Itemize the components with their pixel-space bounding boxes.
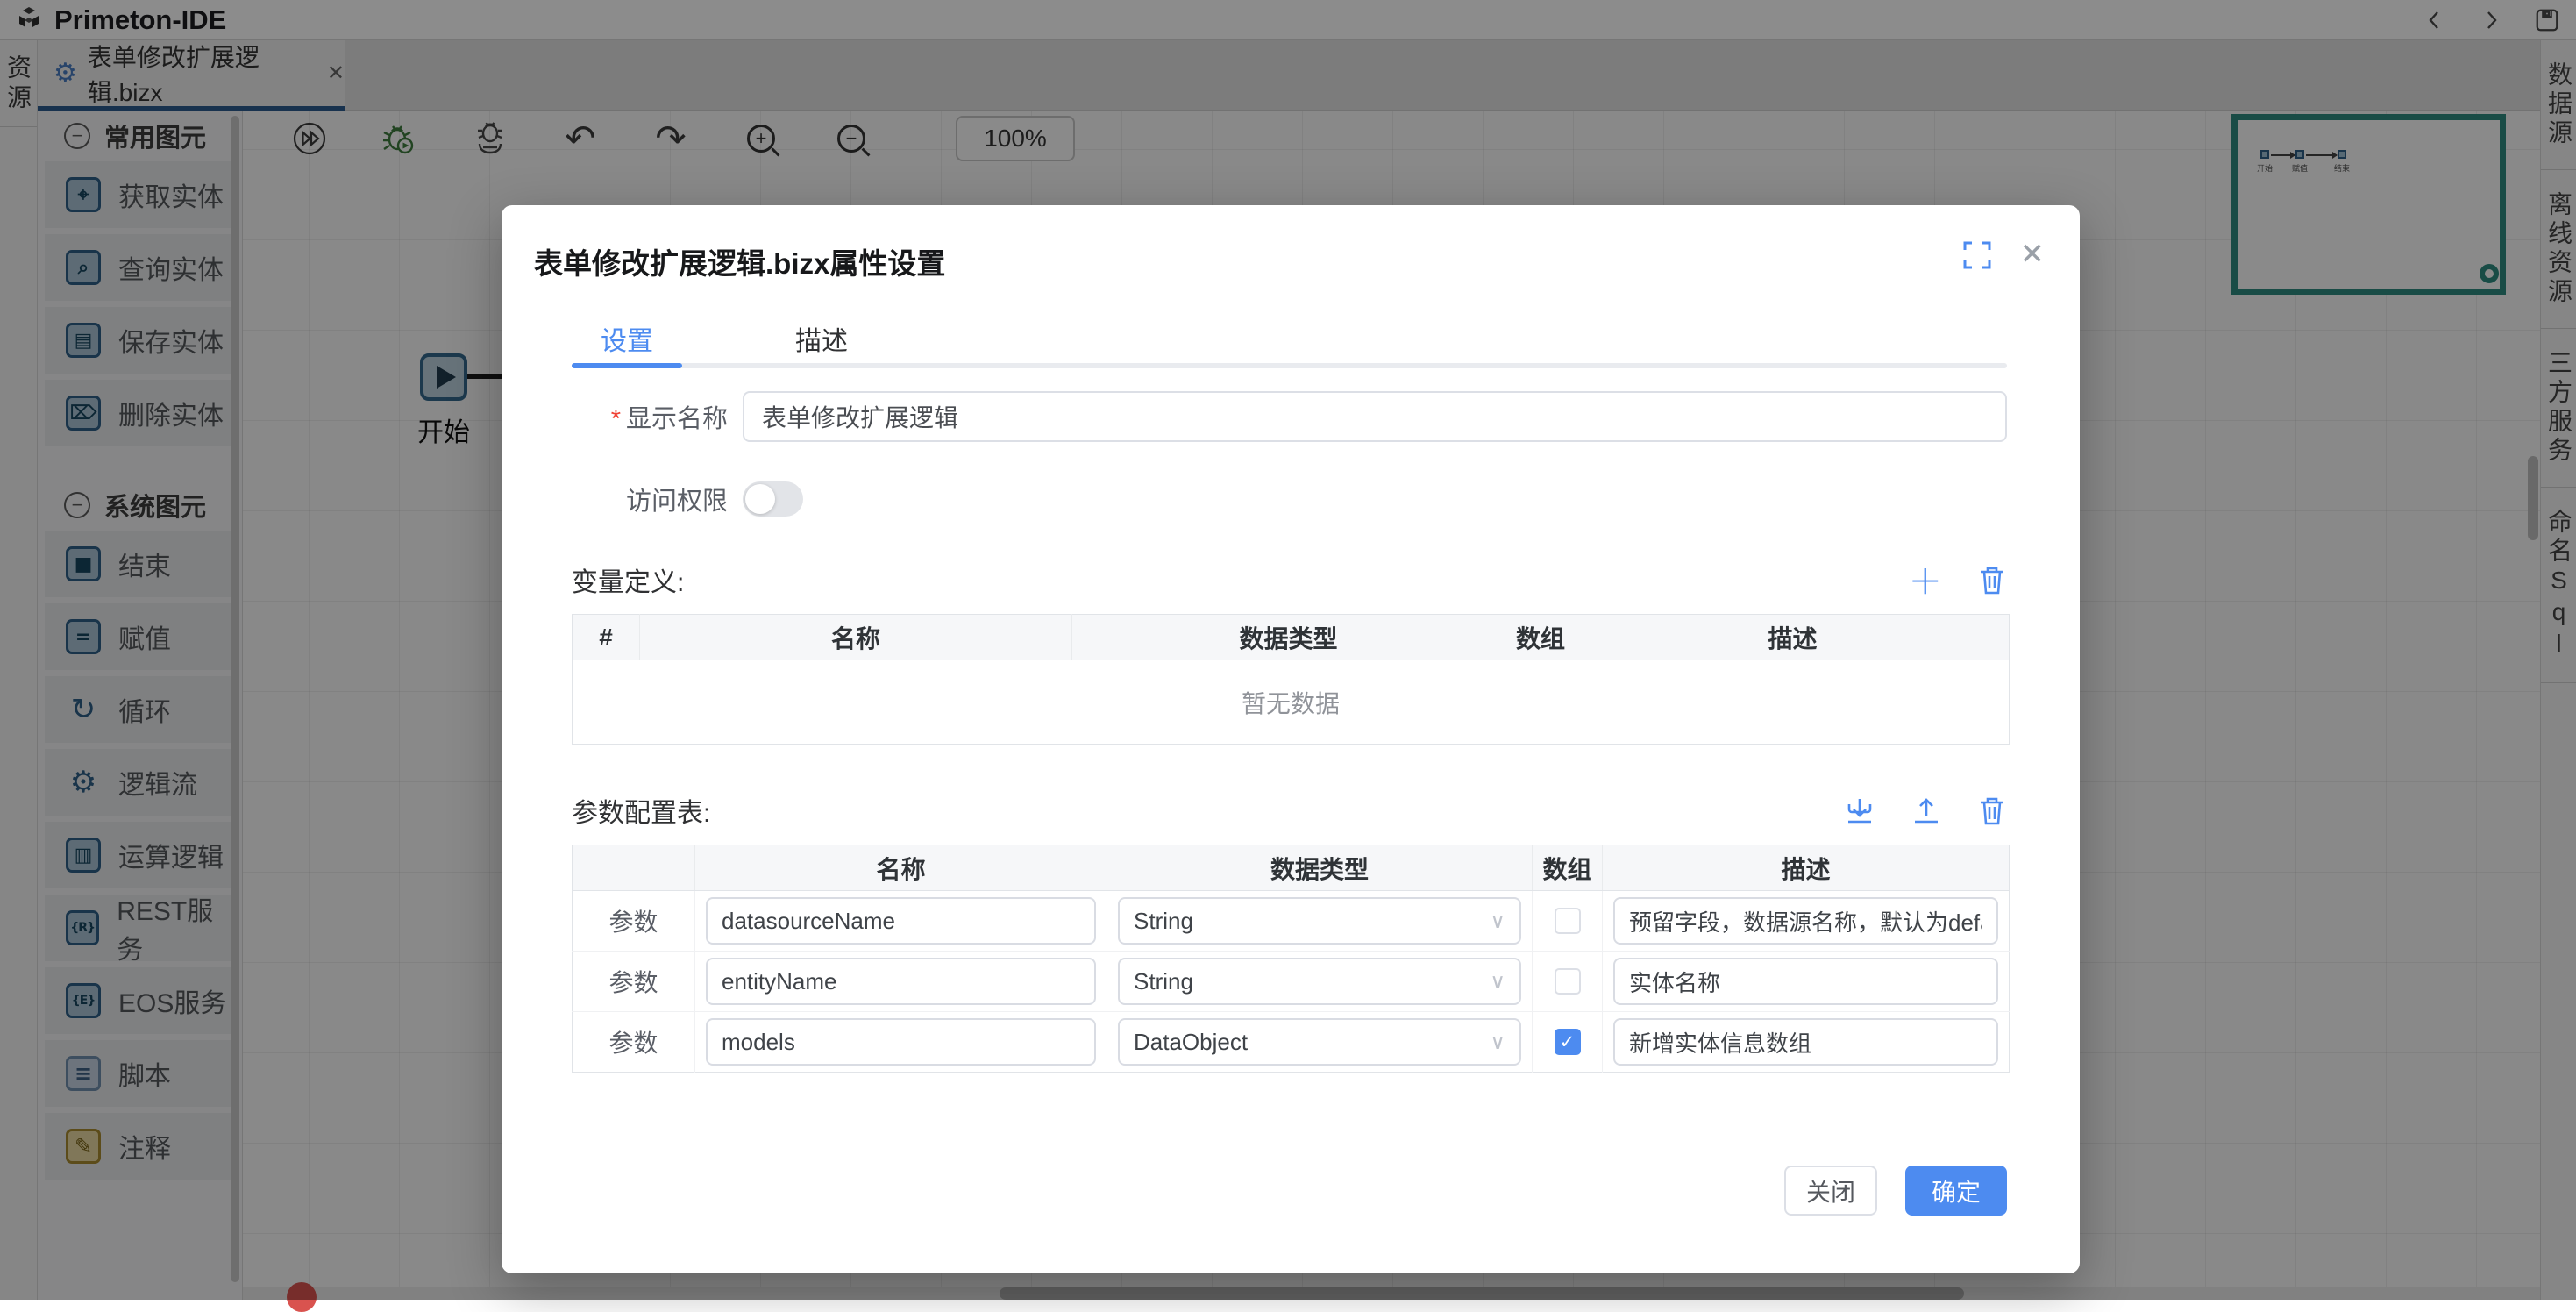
access-permission-label: 访问权限 [572, 481, 728, 517]
param-desc-input[interactable] [1613, 897, 1998, 945]
param-name-input[interactable] [706, 958, 1096, 1005]
col-kind [573, 845, 695, 891]
import-params-icon[interactable] [1844, 795, 1875, 826]
active-tab-indicator [572, 363, 682, 368]
array-checkbox-checked[interactable]: ✓ [1555, 1029, 1581, 1055]
chevron-down-icon: ∨ [1490, 969, 1505, 994]
selected-type: String [1134, 968, 1193, 995]
param-kind: 参数 [573, 891, 695, 952]
ok-button[interactable]: 确定 [1905, 1166, 2007, 1216]
col-name: 名称 [640, 615, 1072, 660]
col-datatype: 数据类型 [1072, 615, 1505, 660]
selected-type: String [1134, 908, 1193, 935]
param-row-datasourceName: 参数 String ∨ [573, 891, 2010, 952]
param-name-input[interactable] [706, 897, 1096, 945]
delete-variable-icon[interactable] [1977, 564, 2007, 595]
variables-table-header: # 名称 数据类型 数组 描述 [573, 615, 2010, 660]
dialog-close-icon[interactable]: ✕ [2020, 237, 2046, 272]
properties-dialog: 表单修改扩展逻辑.bizx属性设置 ✕ 设置 描述 *显示名称 访问权限 变量定… [502, 205, 2080, 1273]
chevron-down-icon: ∨ [1490, 1030, 1505, 1054]
access-permission-toggle[interactable] [743, 481, 803, 517]
close-button[interactable]: 关闭 [1784, 1166, 1877, 1216]
tab-description[interactable]: 描述 [766, 319, 877, 358]
col-array: 数组 [1505, 615, 1576, 660]
param-type-select[interactable]: String ∨ [1118, 958, 1521, 1005]
selected-type: DataObject [1134, 1029, 1248, 1056]
dialog-tabs: 设置 描述 [572, 319, 2007, 368]
param-row-entityName: 参数 String ∨ [573, 952, 2010, 1012]
col-description: 描述 [1603, 845, 2010, 891]
add-variable-icon[interactable]: + [1908, 560, 1942, 600]
params-section-label: 参数配置表: [572, 791, 710, 830]
toggle-knob [745, 484, 775, 514]
array-checkbox-unchecked[interactable] [1555, 908, 1581, 934]
param-type-select[interactable]: DataObject ∨ [1118, 1018, 1521, 1066]
array-checkbox-unchecked[interactable] [1555, 968, 1581, 995]
dialog-title: 表单修改扩展逻辑.bizx属性设置 [534, 240, 2080, 282]
col-description: 描述 [1576, 615, 2010, 660]
chevron-down-icon: ∨ [1490, 909, 1505, 933]
col-index: # [573, 615, 640, 660]
delete-params-icon[interactable] [1977, 795, 2007, 826]
tab-settings[interactable]: 设置 [572, 319, 682, 358]
variables-table: # 名称 数据类型 数组 描述 暂无数据 [572, 614, 2010, 745]
params-table-header: 名称 数据类型 数组 描述 [573, 845, 2010, 891]
display-name-input[interactable] [743, 391, 2007, 442]
export-params-icon[interactable] [1911, 795, 1942, 826]
display-name-label: *显示名称 [572, 398, 728, 435]
variables-section-label: 变量定义: [572, 560, 684, 599]
col-name: 名称 [695, 845, 1107, 891]
tab-track-line [572, 363, 2007, 368]
param-type-select[interactable]: String ∨ [1118, 897, 1521, 945]
param-name-input[interactable] [706, 1018, 1096, 1066]
col-datatype: 数据类型 [1107, 845, 1533, 891]
required-mark: * [611, 405, 621, 433]
param-desc-input[interactable] [1613, 1018, 1998, 1066]
param-kind: 参数 [573, 952, 695, 1012]
empty-data-text: 暂无数据 [573, 660, 2010, 745]
fullscreen-icon[interactable] [1962, 240, 1992, 270]
param-kind: 参数 [573, 1012, 695, 1073]
param-desc-input[interactable] [1613, 958, 1998, 1005]
param-row-models: 参数 DataObject ∨ ✓ [573, 1012, 2010, 1073]
params-table: 名称 数据类型 数组 描述 参数 String ∨ 参数 [572, 845, 2010, 1073]
col-array: 数组 [1533, 845, 1603, 891]
